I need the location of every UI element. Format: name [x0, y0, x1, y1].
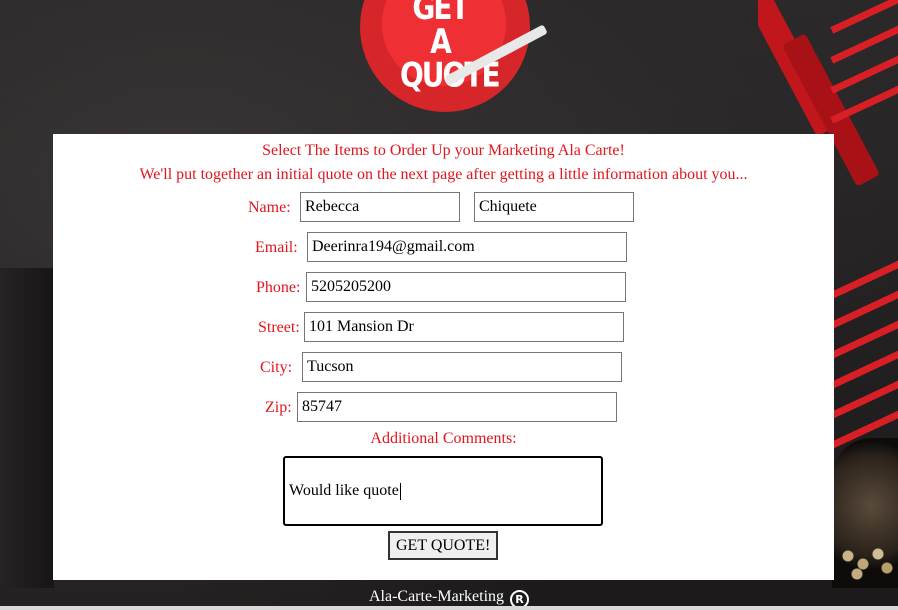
- comments-text: Would like quote: [289, 482, 399, 499]
- text-cursor: [399, 482, 401, 500]
- name-label: Name:: [248, 199, 291, 216]
- coffee-beans-decoration: [836, 540, 896, 580]
- phone-label: Phone:: [256, 279, 301, 296]
- footer-brand: Ala-Carte-Marketing: [368, 588, 505, 605]
- logo-text-line1: GET A: [412, 0, 469, 62]
- zip-label: Zip:: [265, 399, 292, 416]
- logo-text: GET A QUOTE: [400, 0, 501, 92]
- email-input[interactable]: [307, 232, 627, 262]
- background-shadow: [0, 268, 54, 588]
- email-label: Email:: [255, 239, 298, 256]
- phone-input[interactable]: [306, 272, 626, 302]
- comments-label: Additional Comments:: [370, 430, 517, 447]
- get-quote-button[interactable]: GET QUOTE!: [388, 531, 499, 560]
- first-name-input[interactable]: [300, 192, 460, 222]
- zip-input[interactable]: [297, 392, 617, 422]
- red-stripe: [830, 258, 898, 299]
- footer: Ala-Carte-Marketing R: [0, 588, 898, 609]
- intro-heading: Select The Items to Order Up your Market…: [262, 142, 625, 159]
- red-stripe: [830, 0, 898, 34]
- page-bottom-bar: [0, 606, 898, 610]
- quote-form-panel: Select The Items to Order Up your Market…: [53, 134, 834, 580]
- city-label: City:: [260, 359, 293, 376]
- comments-textarea[interactable]: Would like quote: [283, 456, 603, 526]
- city-input[interactable]: [302, 352, 622, 382]
- street-label: Street:: [258, 319, 300, 336]
- street-input[interactable]: [304, 312, 624, 342]
- intro-subheading: We'll put together an initial quote on t…: [139, 166, 748, 183]
- last-name-input[interactable]: [474, 192, 634, 222]
